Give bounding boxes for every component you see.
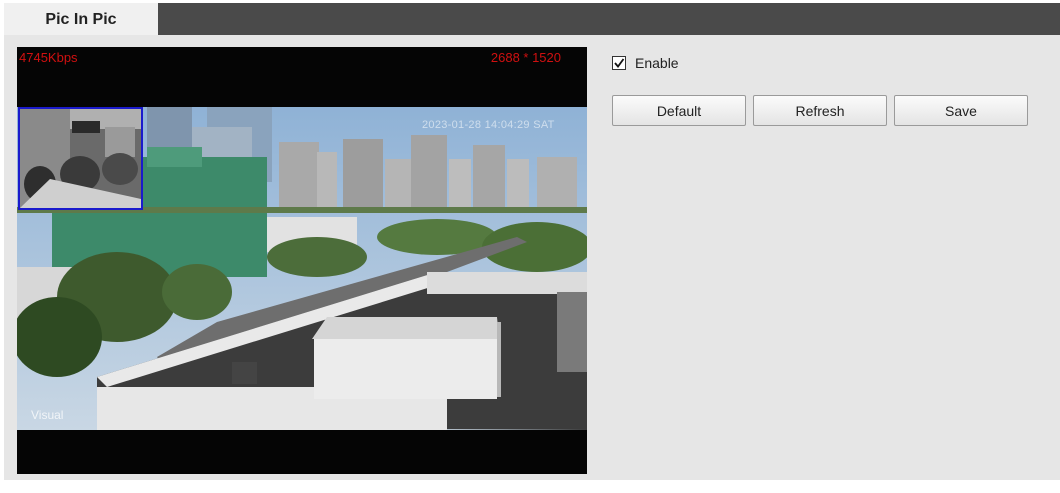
pip-settings-page: Pic In Pic 4745Kbps 2688 * 1520 2023-01-… (0, 0, 1060, 493)
enable-checkbox-row[interactable]: Enable (612, 53, 679, 73)
pip-controls: Enable (612, 53, 679, 73)
bitrate-overlay: 4745Kbps (19, 50, 78, 65)
checkmark-icon (614, 58, 625, 68)
tab-bar (4, 3, 1060, 35)
pip-thermal-image (20, 109, 141, 208)
save-button[interactable]: Save (894, 95, 1028, 126)
enable-label: Enable (635, 55, 679, 71)
live-video-preview: 4745Kbps 2688 * 1520 2023-01-28 14:04:29… (17, 47, 587, 474)
pip-window[interactable] (18, 107, 143, 210)
osd-channel-label: Visual (31, 408, 64, 422)
enable-checkbox[interactable] (612, 56, 626, 70)
default-button[interactable]: Default (612, 95, 746, 126)
refresh-button[interactable]: Refresh (753, 95, 887, 126)
osd-timestamp: 2023-01-28 14:04:29 SAT (422, 119, 555, 131)
action-buttons: Default Refresh Save (612, 95, 1035, 126)
resolution-overlay: 2688 * 1520 (490, 50, 561, 65)
tab-pic-in-pic[interactable]: Pic In Pic (4, 3, 158, 36)
